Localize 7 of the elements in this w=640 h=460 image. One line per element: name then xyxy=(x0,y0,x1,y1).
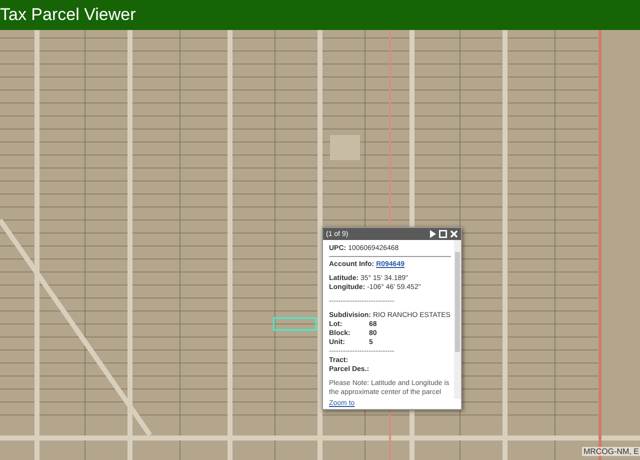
app-title: Tax Parcel Viewer xyxy=(0,5,136,25)
maximize-icon[interactable] xyxy=(439,230,447,238)
next-icon[interactable] xyxy=(429,230,436,238)
parcel-outline[interactable] xyxy=(273,317,317,331)
map-attribution: MRCOG-NM, E xyxy=(582,447,640,456)
close-icon[interactable] xyxy=(450,230,458,238)
scrollbar[interactable] xyxy=(454,240,461,399)
